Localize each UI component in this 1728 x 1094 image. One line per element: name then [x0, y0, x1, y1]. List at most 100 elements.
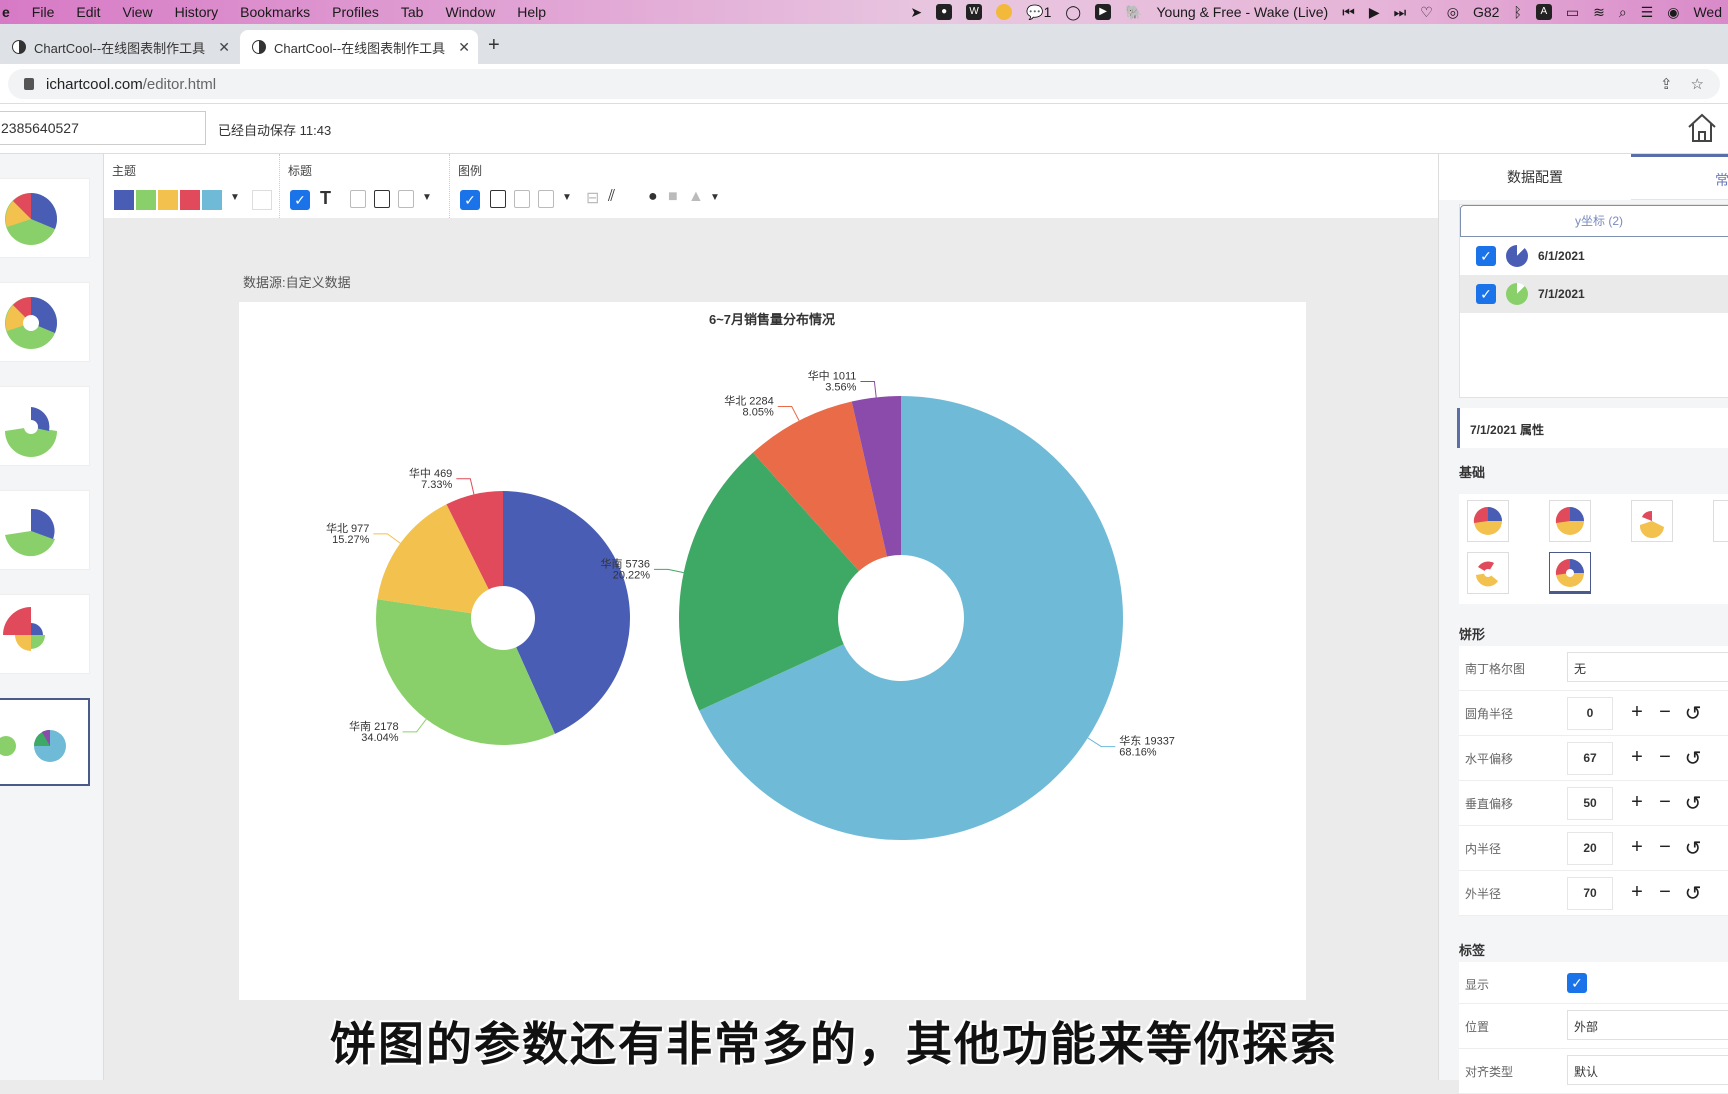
- browser-tab-active[interactable]: ChartCool--在线图表制作工具 ✕: [240, 30, 478, 64]
- inner-radius-input[interactable]: 20: [1567, 832, 1613, 865]
- thumbnail-rose[interactable]: [0, 490, 90, 570]
- menu-edit[interactable]: Edit: [76, 4, 100, 20]
- next-track-icon[interactable]: ⏭: [1394, 4, 1407, 21]
- legend-right-icon[interactable]: [538, 190, 554, 208]
- battery-icon[interactable]: ▭: [1566, 4, 1579, 21]
- evernote-icon[interactable]: 🐘: [1125, 4, 1142, 21]
- bookmark-star-icon[interactable]: ☆: [1691, 75, 1704, 93]
- h-offset-input[interactable]: 67: [1567, 742, 1613, 775]
- y-axis-header[interactable]: y坐标 (2): [1460, 205, 1728, 237]
- text-style-icon[interactable]: T: [320, 188, 331, 209]
- thumbnail-pie[interactable]: [0, 178, 90, 258]
- series-row[interactable]: ✓ 6/1/2021: [1460, 237, 1728, 275]
- series-row-selected[interactable]: ✓ 7/1/2021: [1460, 275, 1728, 313]
- theme-swatch[interactable]: [158, 190, 178, 210]
- outer-radius-input[interactable]: 70: [1567, 877, 1613, 910]
- legend-triangle-icon[interactable]: ▲: [688, 188, 704, 206]
- menu-bookmarks[interactable]: Bookmarks: [240, 4, 310, 20]
- chart-card[interactable]: 6~7月销售量分布情况 华南 2178 34.04% 华北 977 15.27% 华中 …: [239, 302, 1306, 1000]
- home-icon[interactable]: [1686, 112, 1718, 144]
- series-checkbox[interactable]: ✓: [1476, 246, 1496, 266]
- weibo-icon[interactable]: G82: [1473, 4, 1499, 20]
- menu-tab[interactable]: Tab: [401, 4, 424, 20]
- record-icon[interactable]: ●: [936, 4, 953, 20]
- style-preset-rose-donut[interactable]: [1467, 552, 1509, 594]
- minus-icon[interactable]: −: [1655, 701, 1675, 726]
- reset-icon[interactable]: ↺: [1683, 701, 1703, 726]
- wifi-icon[interactable]: ≋: [1593, 4, 1605, 21]
- plus-icon[interactable]: +: [1627, 701, 1647, 726]
- spotlight-icon[interactable]: ⌕: [1619, 4, 1627, 21]
- style-preset-rose[interactable]: [1631, 500, 1673, 542]
- url-field[interactable]: ichartcool.com/editor.html ⇪ ☆: [8, 69, 1720, 99]
- legend-left-icon[interactable]: [490, 190, 506, 208]
- style-preset-pie-2[interactable]: [1549, 500, 1591, 542]
- legend-horizontal-icon[interactable]: ⊟: [586, 188, 599, 208]
- theme-swatch[interactable]: [180, 190, 200, 210]
- legend-dropdown-icon[interactable]: ▼: [562, 192, 572, 203]
- legend-show-checkbox[interactable]: ✓: [460, 190, 480, 210]
- play-icon[interactable]: ▶: [1369, 4, 1380, 21]
- thumbnail-double-donut-selected[interactable]: [0, 698, 90, 786]
- menu-file[interactable]: File: [32, 4, 55, 20]
- prev-track-icon[interactable]: ⏮: [1342, 4, 1355, 21]
- reset-icon[interactable]: ↺: [1683, 881, 1703, 906]
- clock[interactable]: Wed: [1693, 4, 1722, 20]
- reset-icon[interactable]: ↺: [1683, 836, 1703, 861]
- menu-help[interactable]: Help: [517, 4, 546, 20]
- legend-circle-icon[interactable]: ●: [648, 188, 658, 206]
- minus-icon[interactable]: −: [1655, 791, 1675, 816]
- location-icon[interactable]: ➤: [910, 4, 922, 21]
- title-dropdown-icon[interactable]: ▼: [422, 192, 432, 203]
- new-tab-button[interactable]: +: [488, 34, 500, 57]
- control-center-icon[interactable]: ☰: [1641, 4, 1654, 21]
- reset-icon[interactable]: ↺: [1683, 746, 1703, 771]
- theme-swatch[interactable]: [114, 190, 134, 210]
- tab-data-config[interactable]: 数据配置: [1439, 154, 1631, 200]
- input-method-icon[interactable]: A: [1535, 4, 1552, 20]
- theme-swatch[interactable]: [136, 190, 156, 210]
- v-offset-input[interactable]: 50: [1567, 787, 1613, 820]
- thumbnail-rose-donut[interactable]: [0, 386, 90, 466]
- app-menu[interactable]: e: [2, 4, 10, 20]
- minus-icon[interactable]: −: [1655, 836, 1675, 861]
- menu-view[interactable]: View: [122, 4, 152, 20]
- menu-window[interactable]: Window: [445, 4, 495, 20]
- feishu-icon[interactable]: ▶: [1095, 4, 1112, 20]
- align-center-icon[interactable]: [374, 190, 390, 208]
- background-color-swatch[interactable]: [252, 190, 272, 210]
- siri-icon[interactable]: ◉: [1667, 4, 1679, 21]
- thumbnail-nightingale[interactable]: [0, 594, 90, 674]
- minus-icon[interactable]: −: [1655, 746, 1675, 771]
- wechat-icon[interactable]: 💬1: [1026, 4, 1051, 21]
- bluetooth-icon[interactable]: ᛒ: [1513, 4, 1521, 20]
- app-avatar-icon[interactable]: [996, 4, 1013, 20]
- chat-icon[interactable]: ◯: [1065, 4, 1081, 21]
- title-show-checkbox[interactable]: ✓: [290, 190, 310, 210]
- close-tab-icon[interactable]: ✕: [218, 39, 230, 56]
- style-preset-donut-selected[interactable]: [1549, 552, 1591, 594]
- tab-common[interactable]: 常: [1631, 154, 1728, 200]
- heart-icon[interactable]: ♡: [1420, 4, 1433, 21]
- wps-icon[interactable]: W: [966, 4, 983, 20]
- label-show-checkbox[interactable]: ✓: [1567, 973, 1587, 993]
- share-icon[interactable]: ⇪: [1660, 75, 1673, 93]
- align-right-icon[interactable]: [398, 190, 414, 208]
- label-position-select[interactable]: 外部: [1567, 1010, 1728, 1040]
- legend-center-icon[interactable]: [514, 190, 530, 208]
- browser-tab[interactable]: ChartCool--在线图表制作工具 ✕: [0, 30, 238, 64]
- corner-radius-input[interactable]: 0: [1567, 697, 1613, 730]
- now-playing[interactable]: Young & Free - Wake (Live): [1156, 4, 1328, 20]
- label-align-select[interactable]: 默认: [1567, 1055, 1728, 1085]
- series-checkbox[interactable]: ✓: [1476, 284, 1496, 304]
- netease-icon[interactable]: ◎: [1447, 4, 1459, 21]
- style-preset-pie[interactable]: [1467, 500, 1509, 542]
- menu-history[interactable]: History: [175, 4, 219, 20]
- theme-swatch[interactable]: [202, 190, 222, 210]
- document-name-input[interactable]: 2385640527: [0, 111, 206, 145]
- theme-dropdown-icon[interactable]: ▼: [230, 192, 240, 203]
- align-left-icon[interactable]: [350, 190, 366, 208]
- thumbnail-donut[interactable]: [0, 282, 90, 362]
- plus-icon[interactable]: +: [1627, 791, 1647, 816]
- plus-icon[interactable]: +: [1627, 746, 1647, 771]
